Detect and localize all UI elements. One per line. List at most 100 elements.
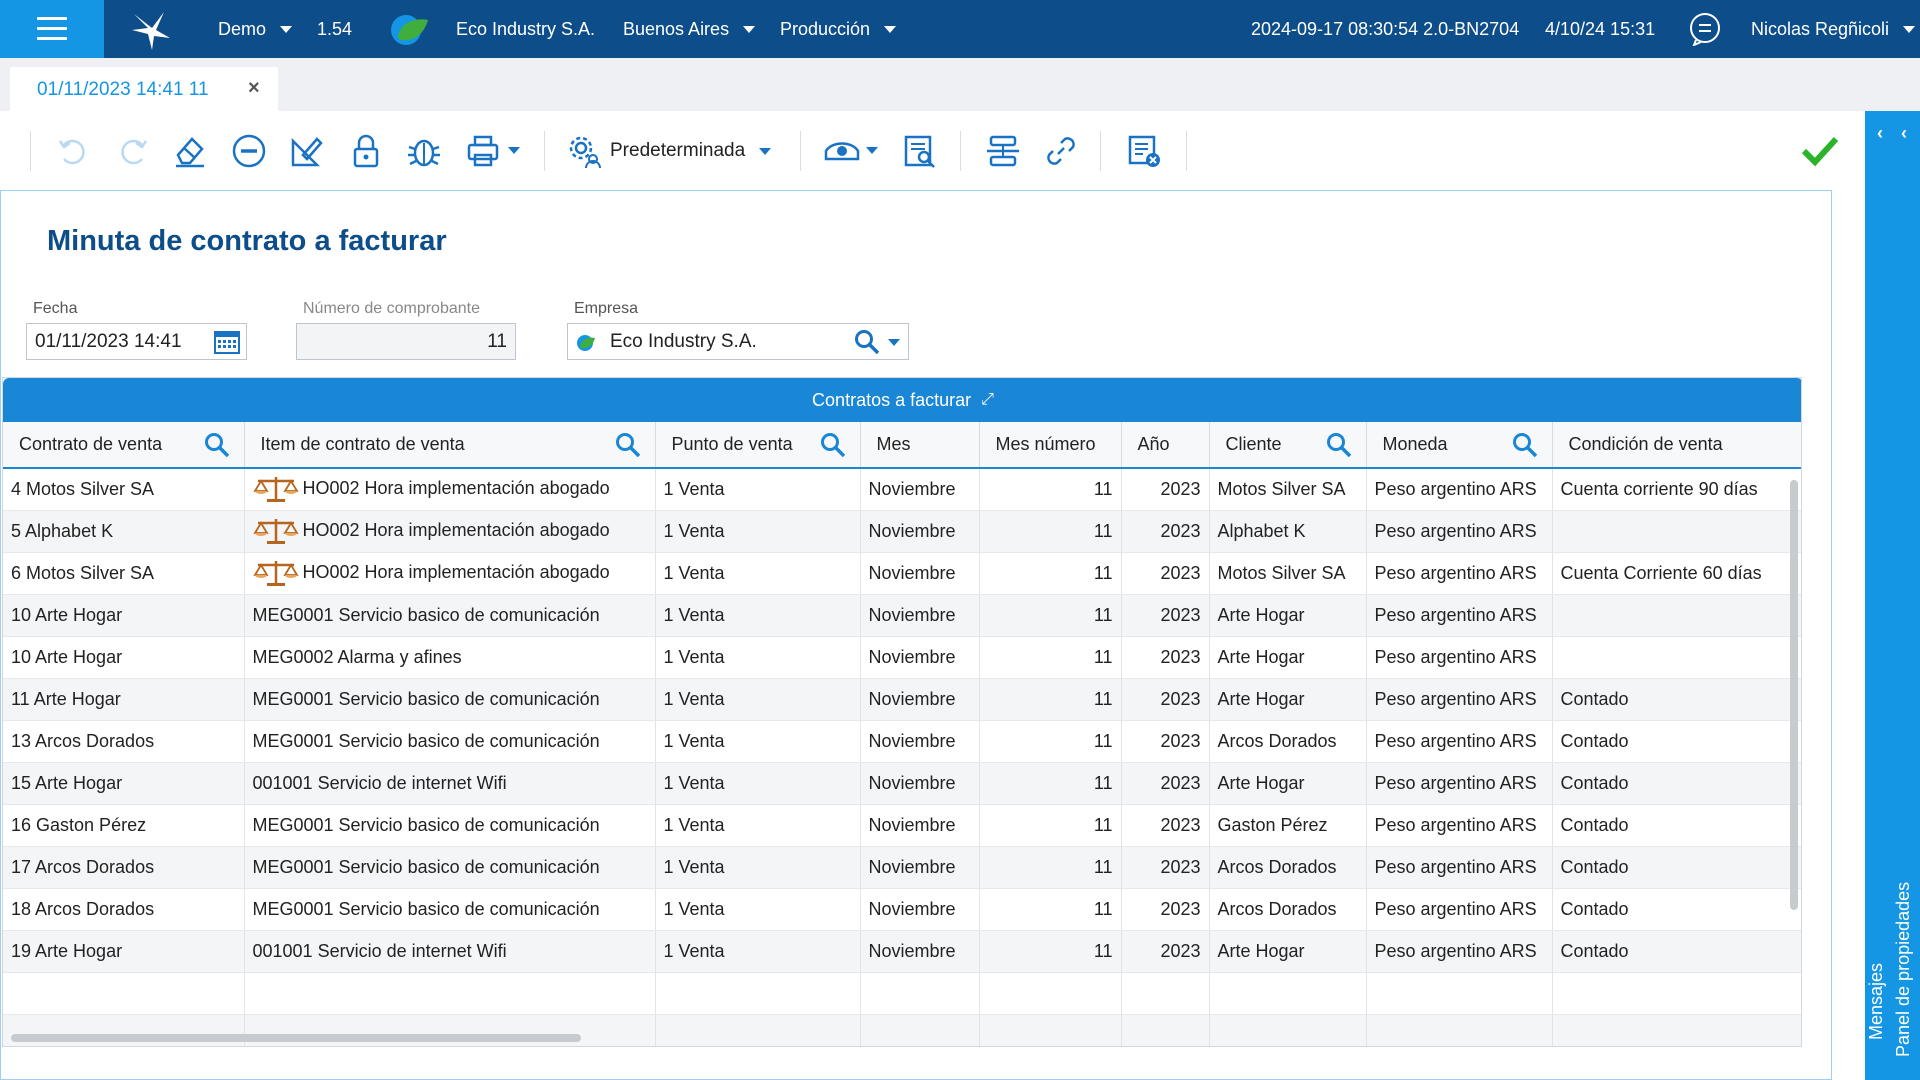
cell-item-de-contrato[interactable]: MEG0001 Servicio basico de comunicación (244, 720, 656, 763)
cell-moneda[interactable]: Peso argentino ARS (1366, 678, 1553, 721)
cell-item-de-contrato[interactable]: MEG0002 Alarma y afines (244, 636, 656, 679)
cell-anio[interactable]: 2023 (1121, 468, 1210, 511)
cell-anio[interactable]: 2023 (1121, 510, 1210, 553)
cell-condicion-de-venta[interactable] (1552, 594, 1801, 637)
cell-mes[interactable]: Noviembre (860, 468, 980, 511)
properties-panel-toggle[interactable]: Panel de propiedades (1893, 882, 1914, 1057)
cell-item-de-contrato[interactable]: MEG0001 Servicio basico de comunicación (244, 846, 656, 889)
cell-moneda[interactable]: Peso argentino ARS (1366, 720, 1553, 763)
cell-mes-numero[interactable]: 11 (979, 468, 1122, 511)
cell-anio[interactable]: 2023 (1121, 552, 1210, 595)
cell-moneda[interactable]: Peso argentino ARS (1366, 552, 1553, 595)
cell-contrato-de-venta[interactable]: 11 Arte Hogar (3, 678, 245, 721)
cell-moneda[interactable]: Peso argentino ARS (1366, 888, 1553, 931)
cell-moneda[interactable]: Peso argentino ARS (1366, 762, 1553, 805)
cell-moneda[interactable]: Peso argentino ARS (1366, 846, 1553, 889)
link-button[interactable] (1041, 131, 1081, 171)
hamburger-menu-button[interactable] (0, 0, 104, 58)
cell-contrato-de-venta[interactable]: 6 Motos Silver SA (3, 552, 245, 595)
cell-moneda[interactable]: Peso argentino ARS (1366, 468, 1553, 511)
cell-mes-numero[interactable]: 11 (979, 804, 1122, 847)
cell-cliente[interactable]: Gaston Pérez (1209, 804, 1367, 847)
cell-contrato-de-venta[interactable]: 4 Motos Silver SA (3, 468, 245, 511)
vertical-scrollbar[interactable] (1790, 480, 1798, 910)
cell-contrato-de-venta[interactable]: 19 Arte Hogar (3, 930, 245, 973)
messages-panel-toggle[interactable]: Mensajes (1866, 963, 1887, 1040)
search-icon[interactable] (1512, 432, 1538, 458)
table-row[interactable]: 4 Motos Silver SA HO002 Hora implementaci… (3, 468, 1801, 511)
cell-condicion-de-venta[interactable]: Contado (1552, 888, 1801, 931)
cell-condicion-de-venta[interactable]: Contado (1552, 846, 1801, 889)
location-selector[interactable]: Buenos Aires (623, 0, 756, 58)
cell-contrato-de-venta[interactable]: 16 Gaston Pérez (3, 804, 245, 847)
column-header-contrato-de-venta[interactable]: Contrato de venta (3, 422, 245, 469)
close-icon[interactable]: × (248, 77, 260, 100)
cell-item-de-contrato[interactable]: HO002 Hora implementación abogado (244, 552, 656, 595)
table-row[interactable]: 18 Arcos Dorados MEG0001 Servicio basico … (3, 888, 1801, 931)
cell-punto-de-venta[interactable]: 1 Venta (655, 636, 861, 679)
cell-condicion-de-venta[interactable]: Contado (1552, 720, 1801, 763)
lock-button[interactable] (346, 131, 386, 171)
cell-cliente[interactable]: Arte Hogar (1209, 762, 1367, 805)
cell-punto-de-venta[interactable]: 1 Venta (655, 510, 861, 553)
cell-punto-de-venta[interactable]: 1 Venta (655, 888, 861, 931)
cell-punto-de-venta[interactable]: 1 Venta (655, 720, 861, 763)
chat-icon[interactable] (1688, 12, 1722, 46)
cell-mes[interactable]: Noviembre (860, 930, 980, 973)
cell-punto-de-venta[interactable]: 1 Venta (655, 594, 861, 637)
cell-item-de-contrato[interactable]: MEG0001 Servicio basico de comunicación (244, 594, 656, 637)
cell-mes-numero[interactable]: 11 (979, 594, 1122, 637)
cell-contrato-de-venta[interactable]: 13 Arcos Dorados (3, 720, 245, 763)
cell-anio[interactable]: 2023 (1121, 636, 1210, 679)
cell-condicion-de-venta[interactable]: Contado (1552, 804, 1801, 847)
chevron-left-icon[interactable]: ‹ (1877, 123, 1883, 144)
preview-button[interactable] (900, 131, 940, 171)
cell-item-de-contrato[interactable]: 001001 Servicio de internet Wifi (244, 762, 656, 805)
print-button[interactable] (463, 131, 503, 171)
cell-mes-numero[interactable]: 11 (979, 888, 1122, 931)
calendar-icon[interactable] (214, 329, 240, 355)
cell-punto-de-venta[interactable]: 1 Venta (655, 552, 861, 595)
cell-mes-numero[interactable]: 11 (979, 552, 1122, 595)
cell-contrato-de-venta[interactable]: 17 Arcos Dorados (3, 846, 245, 889)
cell-item-de-contrato[interactable]: HO002 Hora implementación abogado (244, 510, 656, 553)
cell-moneda[interactable]: Peso argentino ARS (1366, 594, 1553, 637)
chevron-left-icon[interactable]: ‹ (1901, 123, 1907, 144)
undo-button[interactable] (54, 131, 94, 171)
column-header-item-de-contrato[interactable]: Item de contrato de venta (244, 422, 656, 469)
table-row[interactable]: 17 Arcos Dorados MEG0001 Servicio basico … (3, 846, 1801, 889)
table-row[interactable]: 10 Arte Hogar MEG0002 Alarma y afines 1 Ve… (3, 636, 1801, 679)
column-header-mes-numero[interactable]: Mes número (979, 422, 1122, 469)
view-button[interactable] (822, 131, 862, 171)
delete-list-button[interactable] (1124, 131, 1164, 171)
cell-mes-numero[interactable]: 11 (979, 636, 1122, 679)
search-icon[interactable] (615, 432, 641, 458)
cell-anio[interactable]: 2023 (1121, 930, 1210, 973)
mode-selector[interactable]: Producción (780, 0, 897, 58)
fecha-field[interactable]: 01/11/2023 14:41 (26, 323, 247, 360)
chevron-down-icon[interactable] (888, 339, 900, 346)
cell-item-de-contrato[interactable]: 001001 Servicio de internet Wifi (244, 930, 656, 973)
cell-condicion-de-venta[interactable]: Contado (1552, 678, 1801, 721)
cell-mes[interactable]: Noviembre (860, 846, 980, 889)
cell-cliente[interactable]: Arcos Dorados (1209, 720, 1367, 763)
cell-mes-numero[interactable]: 11 (979, 678, 1122, 721)
cell-cliente[interactable]: Arte Hogar (1209, 594, 1367, 637)
cell-mes[interactable]: Noviembre (860, 804, 980, 847)
redo-button[interactable] (112, 131, 152, 171)
cell-mes-numero[interactable]: 11 (979, 720, 1122, 763)
cell-cliente[interactable]: Arte Hogar (1209, 930, 1367, 973)
cell-condicion-de-venta[interactable]: Cuenta corriente 90 días (1552, 468, 1801, 511)
chevron-down-icon[interactable] (508, 147, 520, 154)
cell-mes[interactable]: Noviembre (860, 594, 980, 637)
cell-cliente[interactable]: Motos Silver SA (1209, 468, 1367, 511)
column-header-cliente[interactable]: Cliente (1209, 422, 1367, 469)
cell-mes[interactable]: Noviembre (860, 888, 980, 931)
checkmark-icon[interactable] (1800, 133, 1840, 169)
empresa-field[interactable]: Eco Industry S.A. (567, 323, 909, 360)
cell-punto-de-venta[interactable]: 1 Venta (655, 930, 861, 973)
cell-condicion-de-venta[interactable] (1552, 510, 1801, 553)
cell-anio[interactable]: 2023 (1121, 762, 1210, 805)
cell-item-de-contrato[interactable]: MEG0001 Servicio basico de comunicación (244, 678, 656, 721)
cell-contrato-de-venta[interactable]: 15 Arte Hogar (3, 762, 245, 805)
